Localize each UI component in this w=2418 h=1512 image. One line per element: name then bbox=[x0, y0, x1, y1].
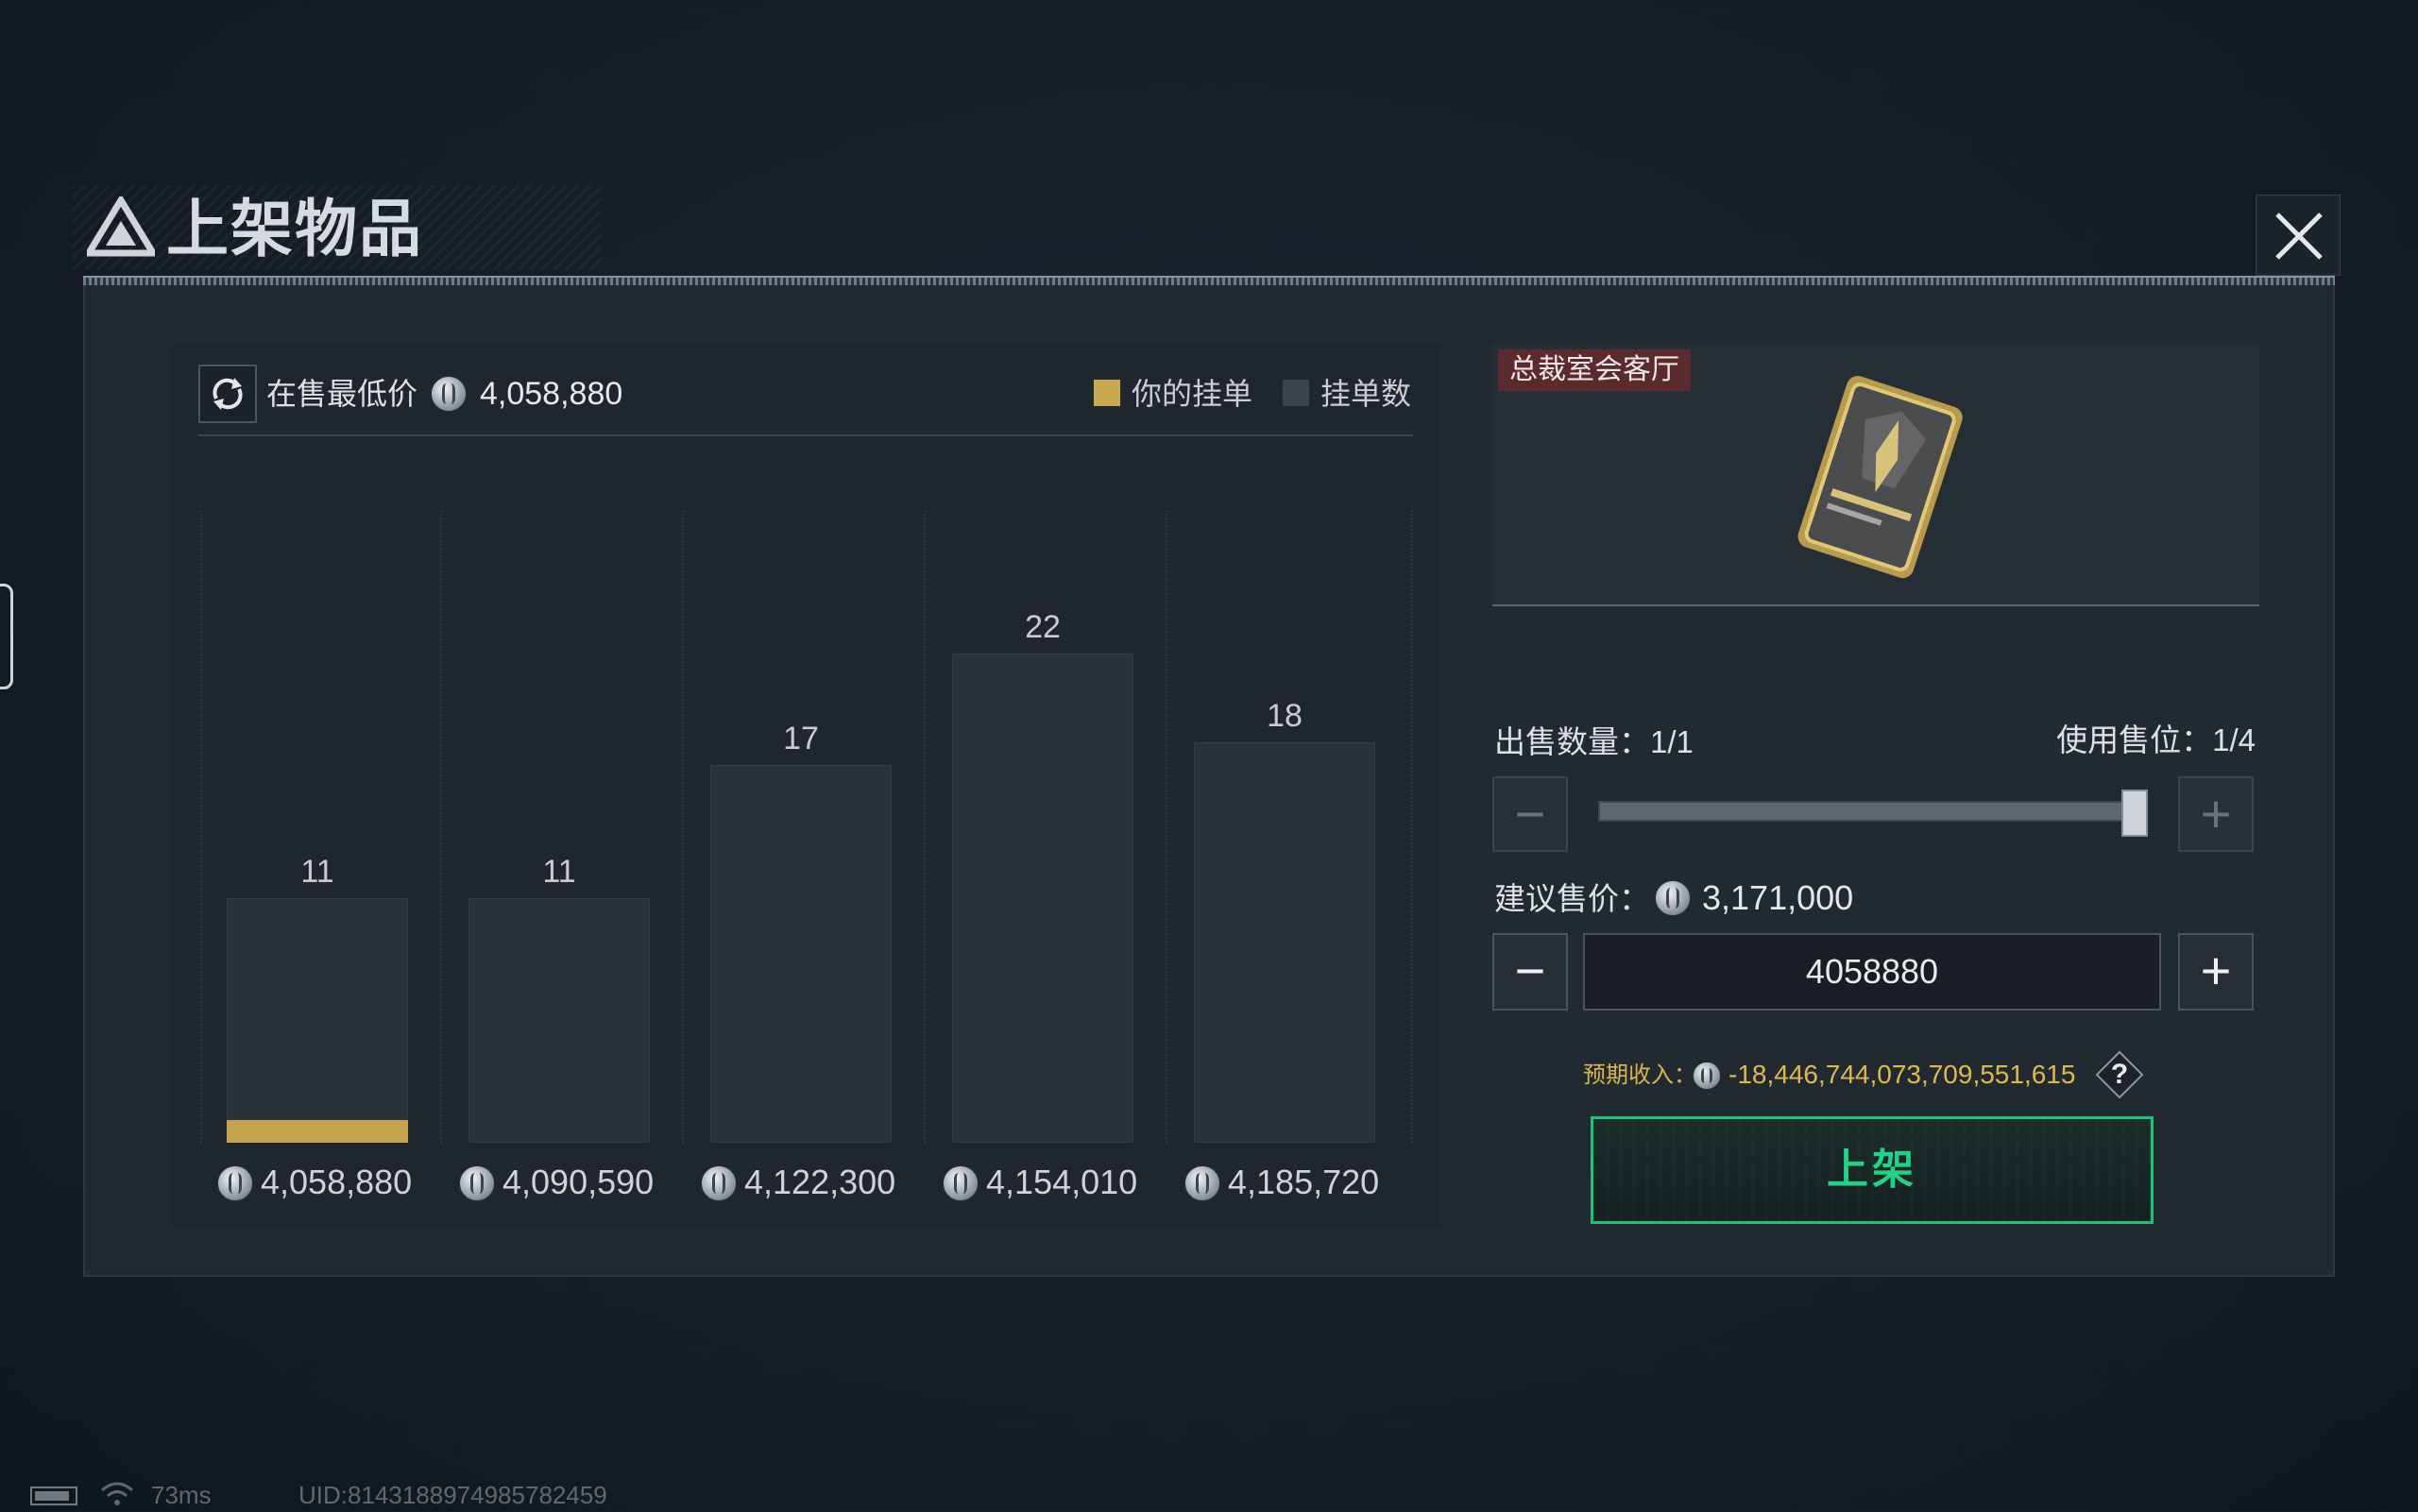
plus-icon: + bbox=[2200, 941, 2232, 1000]
lowest-price-value: 4,058,880 bbox=[480, 376, 623, 412]
legend-your-orders-swatch bbox=[1094, 380, 1120, 406]
your-order-bar bbox=[227, 1120, 408, 1143]
order-count-bar[interactable] bbox=[1194, 742, 1375, 1143]
plus-icon: + bbox=[2200, 784, 2232, 843]
price-tick-label: 4,122,300 bbox=[744, 1163, 896, 1201]
chart-column-divider bbox=[440, 510, 442, 1143]
order-count-label: 17 bbox=[783, 721, 819, 756]
minus-icon: − bbox=[1514, 941, 1546, 1000]
suggested-price-value: 3,171,000 bbox=[1702, 878, 1854, 917]
order-count-label: 11 bbox=[542, 854, 576, 890]
price-tick-label: 4,185,720 bbox=[1228, 1163, 1380, 1201]
price-tick-label: 4,090,590 bbox=[502, 1163, 655, 1201]
coin-icon bbox=[459, 1165, 495, 1201]
triangle-logo-icon bbox=[82, 194, 160, 257]
help-button[interactable]: ? bbox=[2095, 1050, 2144, 1099]
price-tick-label: 4,058,880 bbox=[261, 1163, 413, 1201]
listing-slot-label: 使用售位：1/4 bbox=[2056, 722, 2256, 757]
battery-icon bbox=[30, 1487, 77, 1505]
coin-icon bbox=[943, 1165, 979, 1201]
order-count-label: 11 bbox=[300, 854, 334, 890]
chart-column-divider bbox=[682, 510, 684, 1143]
uid-text: UID:8143188974985782459 bbox=[298, 1481, 607, 1509]
sell-quantity-label: 出售数量：1/1 bbox=[1494, 724, 1694, 759]
chart-column-divider bbox=[924, 510, 926, 1143]
order-count-label: 18 bbox=[1267, 698, 1303, 734]
lowest-price-label: 在售最低价 bbox=[266, 377, 418, 411]
coin-icon bbox=[1184, 1165, 1220, 1201]
suggested-price-label: 建议售价： bbox=[1494, 881, 1650, 916]
price-increase-button[interactable]: + bbox=[2178, 933, 2254, 1011]
title-divider bbox=[83, 276, 2335, 285]
chart-column-divider bbox=[1411, 510, 1413, 1143]
list-item-button[interactable]: 上架 bbox=[1591, 1116, 2154, 1224]
coin-icon bbox=[1693, 1062, 1721, 1090]
chart-column-divider bbox=[1166, 510, 1167, 1143]
quantity-slider-handle[interactable] bbox=[2121, 790, 2148, 837]
order-count-bar[interactable] bbox=[227, 898, 408, 1143]
legend-order-count-label: 挂单数 bbox=[1320, 377, 1412, 411]
keycard-icon bbox=[1785, 370, 1974, 587]
coin-icon bbox=[217, 1165, 253, 1201]
chart-header-divider bbox=[198, 434, 1413, 436]
coin-icon bbox=[701, 1165, 737, 1201]
minus-icon: − bbox=[1514, 784, 1546, 843]
order-count-label: 22 bbox=[1025, 609, 1061, 645]
item-name-tag: 总裁室会客厅 bbox=[1498, 349, 1691, 391]
quantity-decrease-button[interactable]: − bbox=[1492, 776, 1568, 852]
dialog-title: 上架物品 bbox=[166, 194, 423, 263]
order-count-bar[interactable] bbox=[952, 654, 1133, 1143]
close-button[interactable] bbox=[2256, 195, 2341, 276]
price-decrease-button[interactable]: − bbox=[1492, 933, 1568, 1011]
order-count-bar[interactable] bbox=[468, 898, 650, 1143]
expected-income-value: -18,446,744,073,709,551,615 bbox=[1728, 1060, 2076, 1089]
legend-your-orders-label: 你的挂单 bbox=[1132, 377, 1253, 411]
coin-icon bbox=[1655, 880, 1691, 916]
quantity-increase-button[interactable]: + bbox=[2178, 776, 2254, 852]
help-mark: ? bbox=[2110, 1059, 2129, 1090]
expected-income-label: 预期收入： bbox=[1583, 1062, 1696, 1088]
wifi-icon bbox=[98, 1479, 136, 1507]
side-panel-tab[interactable] bbox=[0, 584, 13, 689]
chart-column-divider bbox=[200, 510, 202, 1143]
price-input[interactable] bbox=[1583, 933, 2161, 1011]
quantity-slider-track[interactable] bbox=[1598, 801, 2146, 822]
legend-order-count-swatch bbox=[1283, 380, 1309, 406]
coin-icon bbox=[431, 376, 467, 412]
close-icon bbox=[2275, 212, 2323, 260]
price-tick-label: 4,154,010 bbox=[986, 1163, 1138, 1201]
refresh-icon bbox=[213, 378, 243, 410]
ping-text: 73ms bbox=[151, 1481, 212, 1509]
order-count-bar[interactable] bbox=[710, 765, 892, 1143]
list-item-button-label: 上架 bbox=[1827, 1147, 1917, 1193]
refresh-button[interactable] bbox=[198, 365, 257, 423]
